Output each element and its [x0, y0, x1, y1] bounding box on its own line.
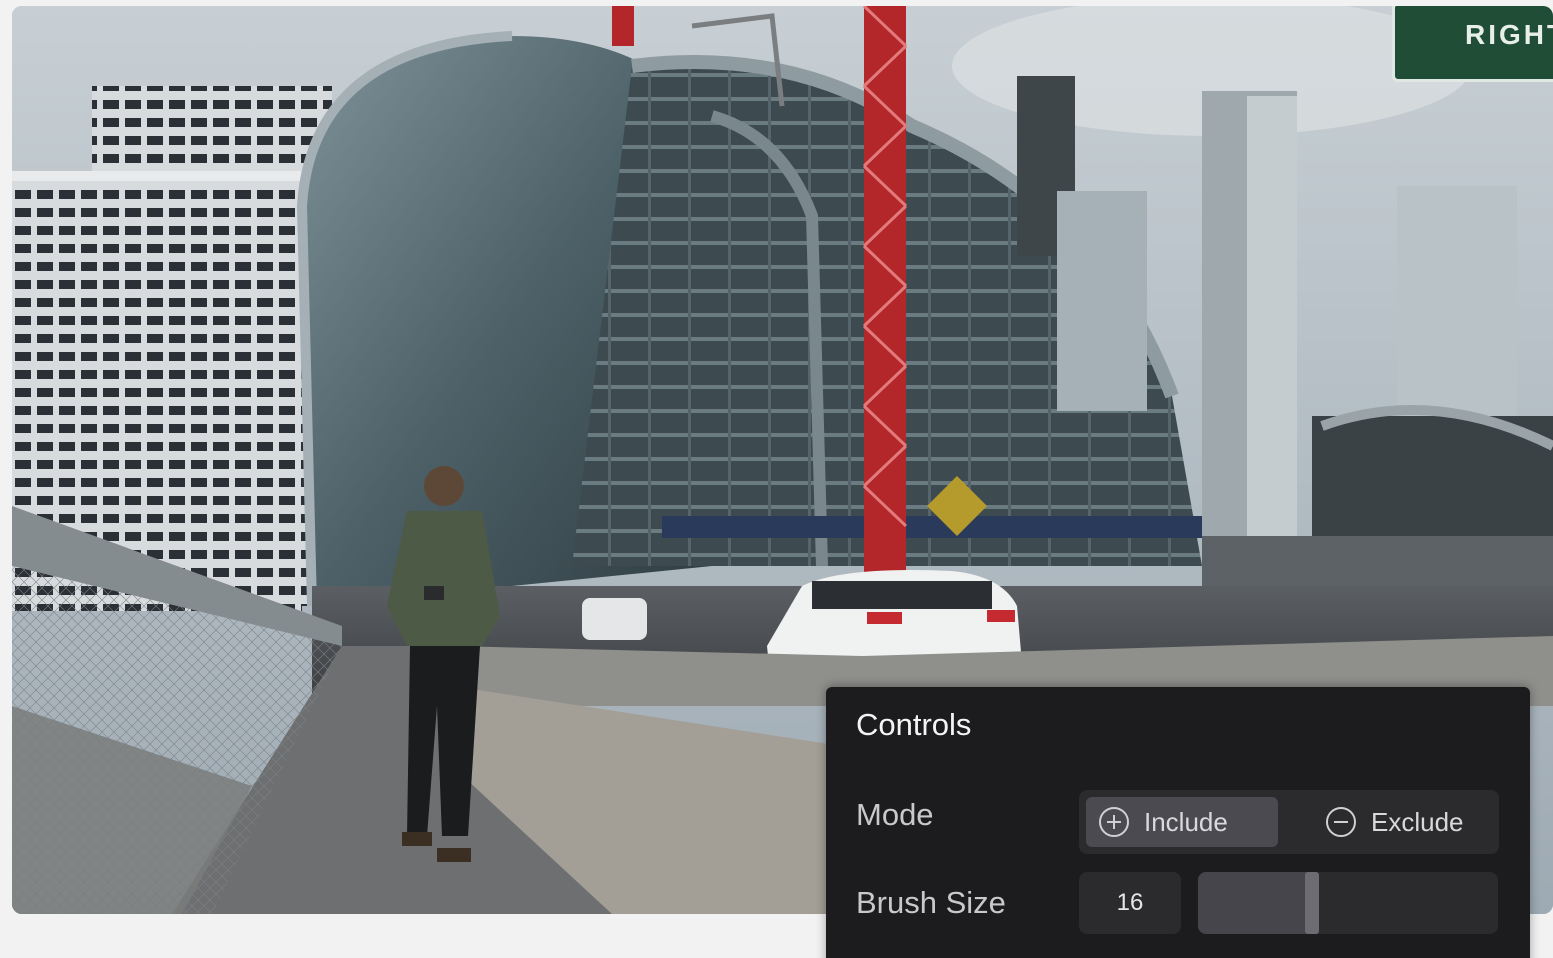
street-sign-text: RIGHT — [1465, 19, 1553, 50]
brush-size-slider-thumb[interactable] — [1305, 872, 1319, 934]
include-mode-button[interactable]: Include — [1086, 797, 1278, 847]
mode-segmented-control: Include Exclude — [1079, 790, 1499, 854]
brush-size-number: 16 — [1116, 889, 1144, 916]
street-sign: RIGHT — [1392, 6, 1553, 82]
exclude-mode-label: Exclude — [1371, 806, 1464, 837]
brush-size-slider-fill — [1198, 872, 1312, 934]
controls-title: Controls — [856, 707, 972, 742]
mode-label: Mode — [856, 797, 934, 832]
plus-circle-icon — [1099, 807, 1129, 837]
include-mode-label: Include — [1144, 806, 1228, 837]
exclude-mode-button[interactable]: Exclude — [1319, 797, 1494, 847]
minus-circle-icon — [1326, 807, 1356, 837]
brush-size-value[interactable]: 16 — [1079, 872, 1181, 934]
app-stage: RIGHT Controls Mode Include Exclude Bru — [0, 0, 1553, 958]
controls-panel: Controls Mode Include Exclude Brush Size… — [826, 687, 1530, 958]
brush-size-label: Brush Size — [856, 885, 1006, 920]
brush-size-slider[interactable] — [1198, 872, 1498, 934]
